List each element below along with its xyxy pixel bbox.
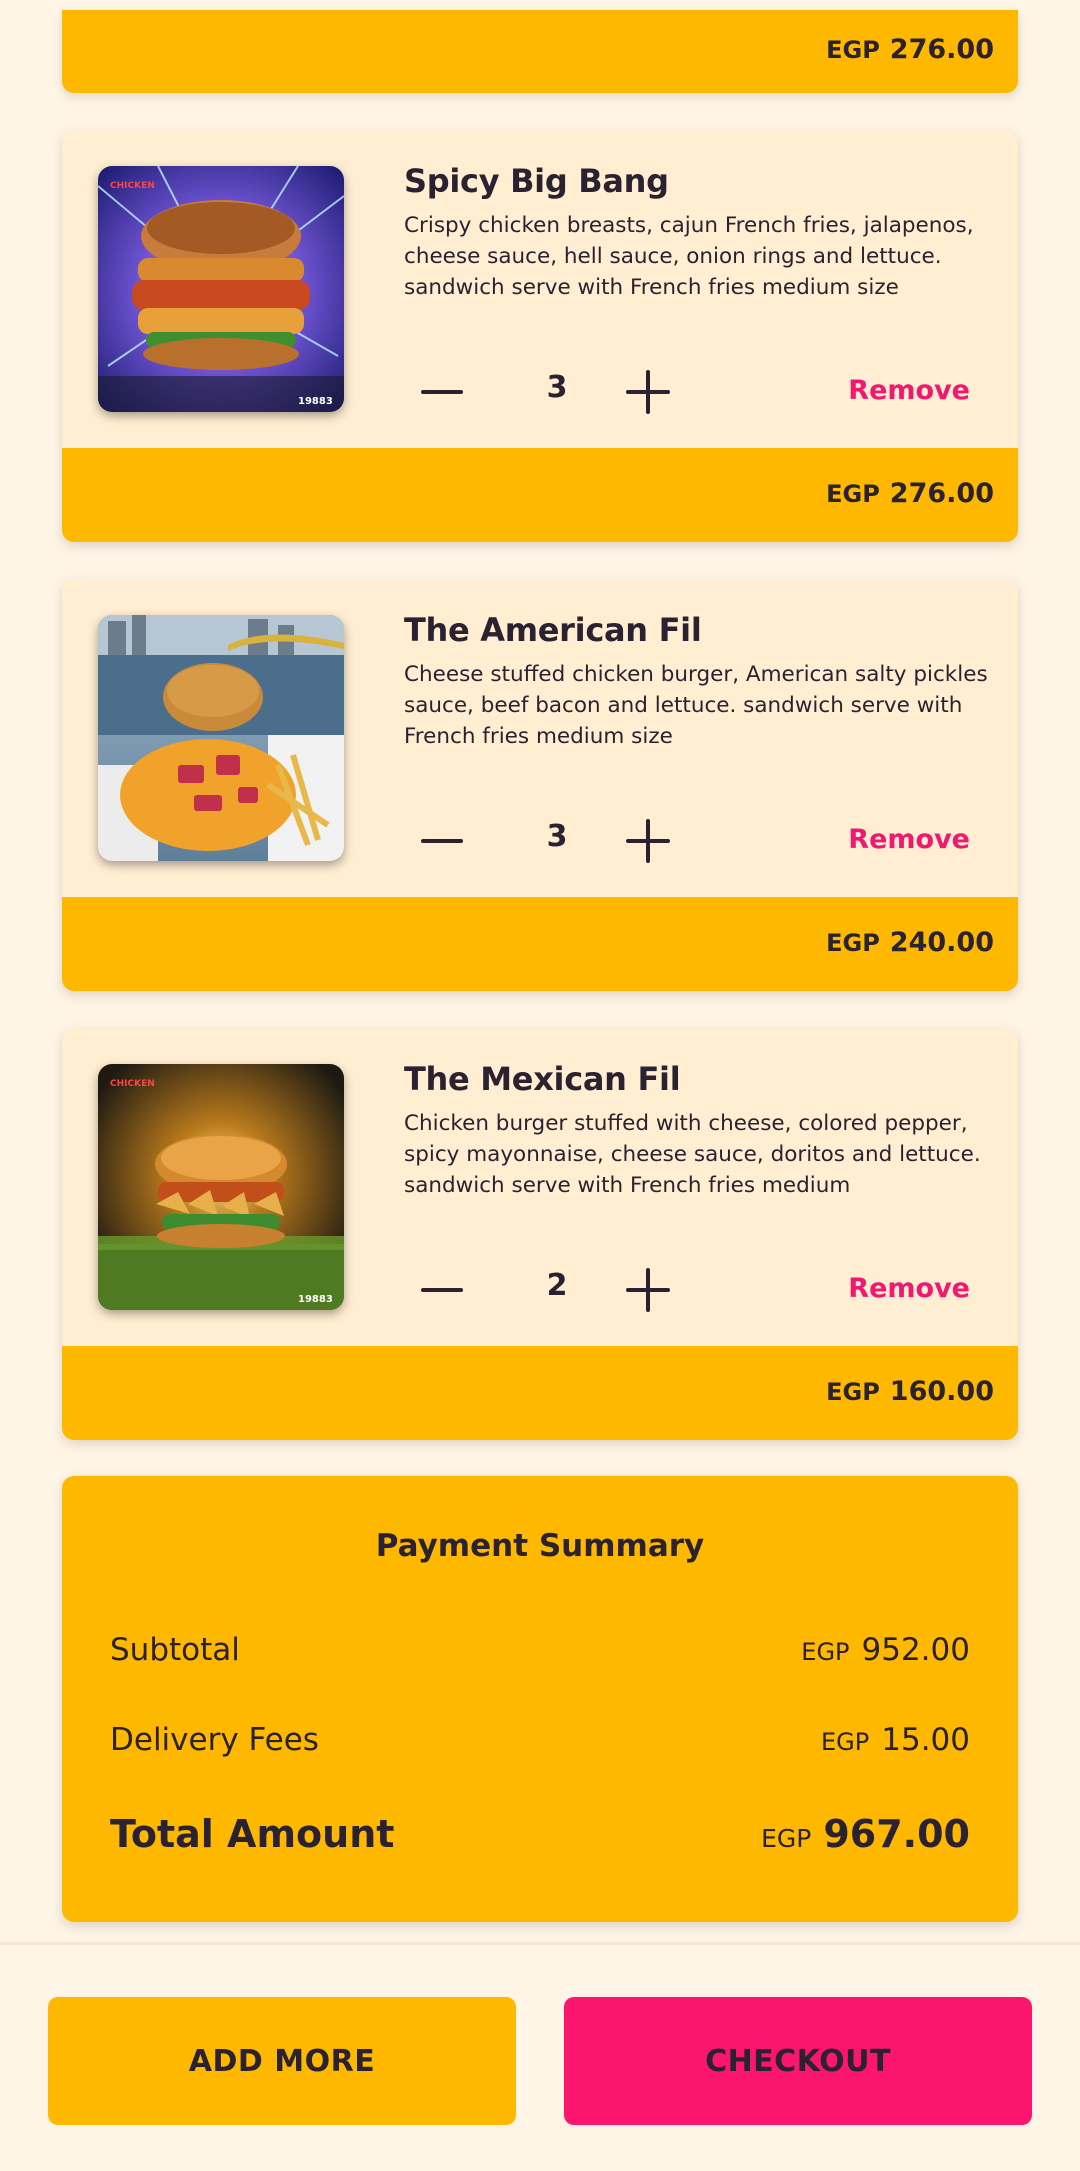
remove-button[interactable]: Remove xyxy=(848,375,970,406)
item-price-bar: EGP 240.00 xyxy=(62,897,1018,991)
decrease-quantity-button[interactable] xyxy=(412,811,472,871)
svg-text:19883: 19883 xyxy=(298,1294,333,1305)
subtotal-value: EGP 952.00 xyxy=(801,1632,970,1668)
product-image xyxy=(98,615,344,861)
price-currency: EGP xyxy=(826,36,880,64)
cart-item-card-partial: EGP 276.00 xyxy=(62,10,1018,93)
item-title: The American Fil xyxy=(404,611,702,649)
price-amount: 276.00 xyxy=(889,34,994,65)
price-currency: EGP xyxy=(826,1378,880,1406)
minus-icon xyxy=(421,839,463,843)
item-price-bar: EGP 160.00 xyxy=(62,1346,1018,1440)
plus-icon xyxy=(626,1268,670,1312)
delivery-amount: 15.00 xyxy=(881,1722,970,1758)
burger-photo: CHICKEN 19883 xyxy=(98,1064,344,1310)
subtotal-currency: EGP xyxy=(801,1638,850,1666)
total-amount-value: EGP 967.00 xyxy=(761,1812,970,1856)
cart-item-card: CHICKEN 19883 Spicy Big Bang Crispy chic… xyxy=(62,130,1018,542)
add-more-button[interactable]: ADD MORE xyxy=(48,1997,516,2125)
minus-icon xyxy=(421,1288,463,1292)
quantity-value: 3 xyxy=(546,819,568,854)
delivery-fees-value: EGP 15.00 xyxy=(821,1722,970,1758)
plus-icon xyxy=(626,370,670,414)
increase-quantity-button[interactable] xyxy=(618,811,678,871)
cart-item-details: CHICKEN 19883 Spicy Big Bang Crispy chic… xyxy=(62,130,1018,448)
quantity-value: 2 xyxy=(546,1268,568,1303)
total-amount: 967.00 xyxy=(823,1812,970,1856)
total-amount-row: Total Amount EGP 967.00 xyxy=(110,1812,970,1856)
subtotal-row: Subtotal EGP 952.00 xyxy=(110,1632,970,1668)
decrease-quantity-button[interactable] xyxy=(412,362,472,422)
summary-title: Payment Summary xyxy=(375,1528,705,1564)
svg-text:19883: 19883 xyxy=(298,396,333,407)
item-price: EGP 240.00 xyxy=(826,927,994,958)
svg-text:CHICKEN: CHICKEN xyxy=(110,1079,155,1089)
cart-item-details: The American Fil Cheese stuffed chicken … xyxy=(62,579,1018,897)
price-amount: 240.00 xyxy=(889,927,994,958)
burger-photo xyxy=(98,615,344,861)
item-price-bar: EGP 276.00 xyxy=(62,448,1018,542)
quantity-value: 3 xyxy=(546,370,568,405)
delivery-fees-label: Delivery Fees xyxy=(110,1722,319,1758)
plus-icon xyxy=(626,819,670,863)
item-price: EGP 160.00 xyxy=(826,1376,994,1407)
item-description: Crispy chicken breasts, cajun French fri… xyxy=(404,213,974,300)
total-currency: EGP xyxy=(761,1824,812,1853)
total-amount-label: Total Amount xyxy=(110,1812,395,1856)
remove-button[interactable]: Remove xyxy=(848,1273,970,1304)
item-title: The Mexican Fil xyxy=(404,1060,681,1098)
burger-photo: CHICKEN 19883 xyxy=(98,166,344,412)
subtotal-amount: 952.00 xyxy=(861,1632,970,1668)
product-image: CHICKEN 19883 xyxy=(98,166,344,412)
price-amount: 160.00 xyxy=(889,1376,994,1407)
cart-item-card: CHICKEN 19883 The Mexican Fil Chicken bu… xyxy=(62,1028,1018,1440)
item-price: EGP 276.00 xyxy=(826,478,994,509)
item-title: Spicy Big Bang xyxy=(404,162,669,200)
item-price: EGP 276.00 xyxy=(826,34,994,65)
product-image: CHICKEN 19883 xyxy=(98,1064,344,1310)
delivery-currency: EGP xyxy=(821,1728,870,1756)
increase-quantity-button[interactable] xyxy=(618,362,678,422)
delivery-fees-row: Delivery Fees EGP 15.00 xyxy=(110,1722,970,1758)
increase-quantity-button[interactable] xyxy=(618,1260,678,1320)
item-description: Chicken burger stuffed with cheese, colo… xyxy=(404,1111,981,1198)
cart-item-details: CHICKEN 19883 The Mexican Fil Chicken bu… xyxy=(62,1028,1018,1346)
price-amount: 276.00 xyxy=(889,478,994,509)
price-currency: EGP xyxy=(826,480,880,508)
price-currency: EGP xyxy=(826,929,880,957)
subtotal-label: Subtotal xyxy=(110,1632,240,1668)
cart-item-card: The American Fil Cheese stuffed chicken … xyxy=(62,579,1018,991)
minus-icon xyxy=(421,390,463,394)
item-description: Cheese stuffed chicken burger, American … xyxy=(404,662,988,749)
payment-summary: Payment Summary Subtotal EGP 952.00 Deli… xyxy=(62,1476,1018,1922)
decrease-quantity-button[interactable] xyxy=(412,1260,472,1320)
remove-button[interactable]: Remove xyxy=(848,824,970,855)
checkout-button[interactable]: CHECKOUT xyxy=(564,1997,1032,2125)
cart-page: EGP 276.00 CHICKEN 19883 Spicy Big Bang … xyxy=(0,0,1080,2171)
svg-text:CHICKEN: CHICKEN xyxy=(110,181,155,191)
bottom-action-bar: ADD MORE CHECKOUT xyxy=(0,1942,1080,2171)
